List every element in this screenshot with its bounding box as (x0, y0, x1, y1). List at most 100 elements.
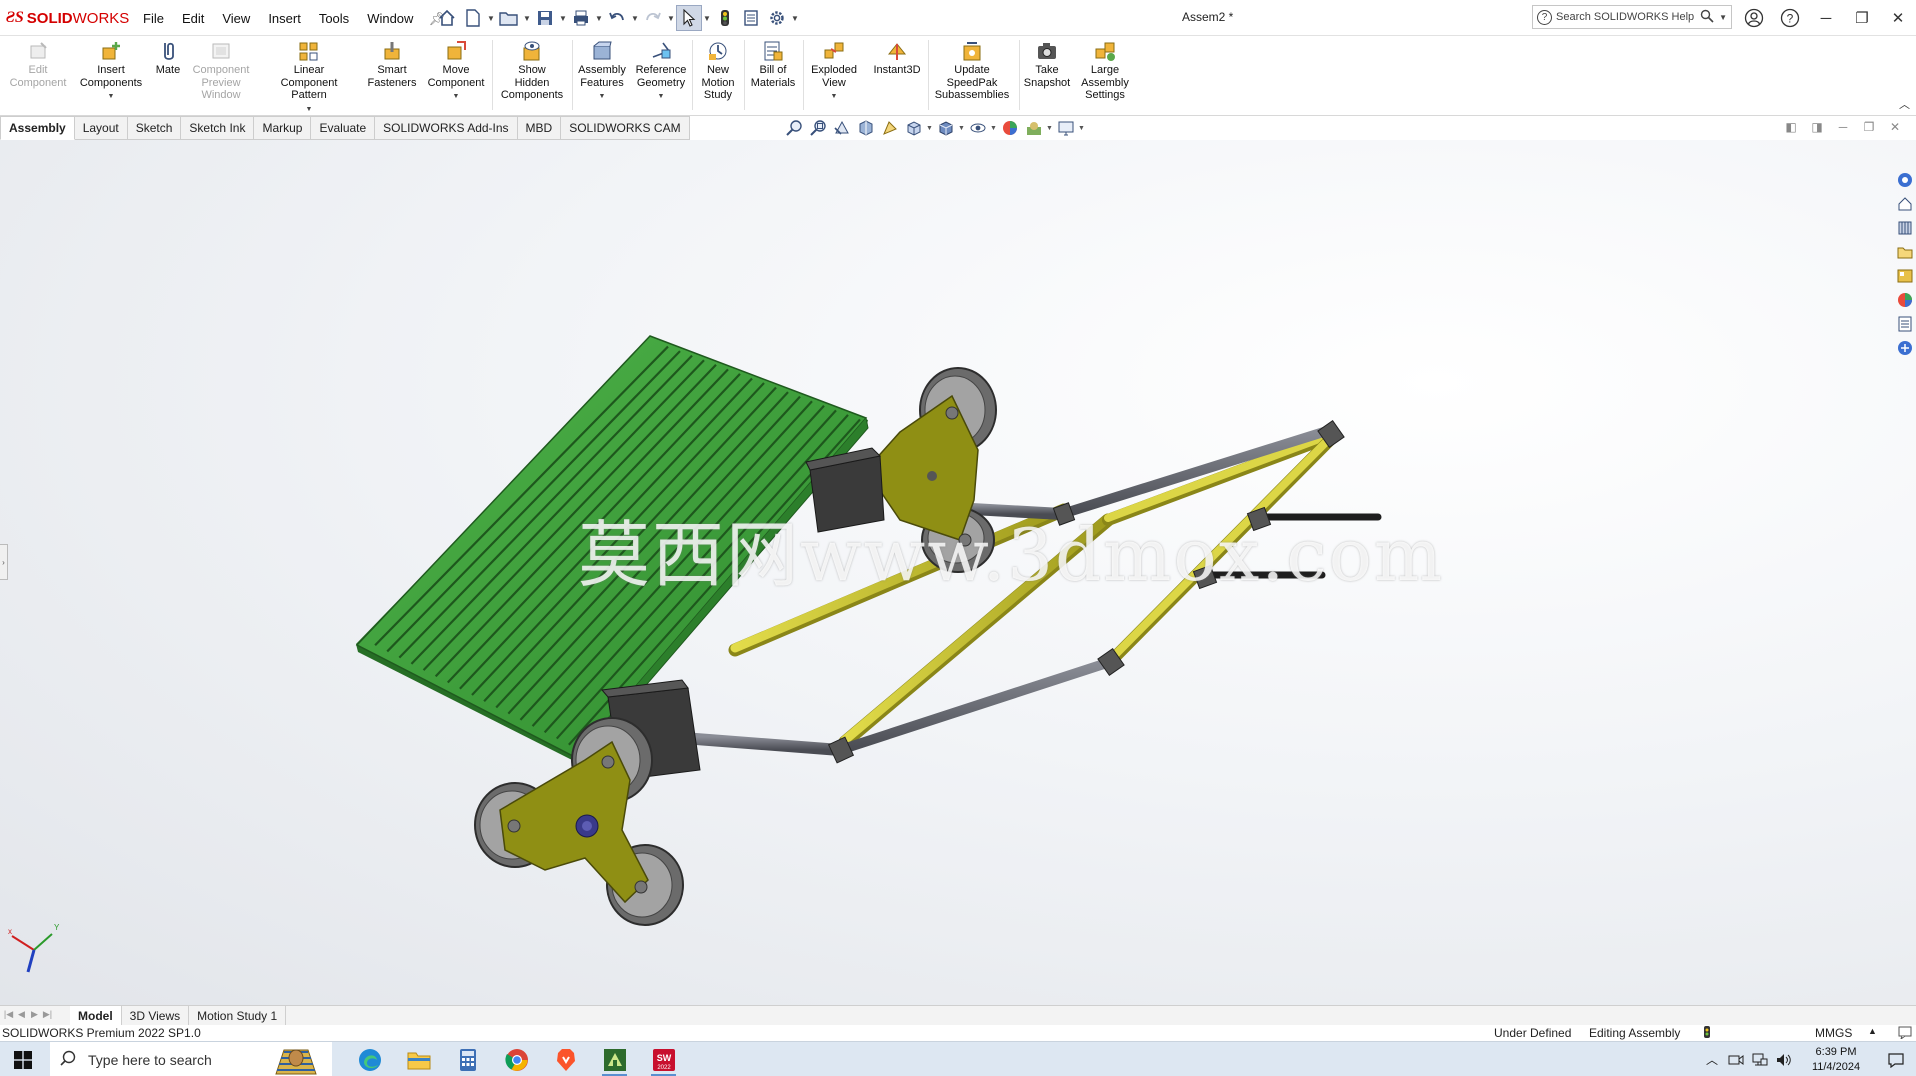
component-preview-window-button[interactable]: Component Preview Window (176, 40, 266, 102)
chrome-browser-icon[interactable] (492, 1042, 541, 1076)
last-tab-arrow-icon[interactable]: ▶| (41, 1009, 54, 1020)
design-library-icon[interactable] (1895, 218, 1915, 238)
undo-dropdown-icon[interactable]: ▼ (630, 14, 640, 23)
tab-sketch-ink[interactable]: Sketch Ink (181, 116, 255, 140)
display-style-dropdown-icon[interactable]: ▼ (958, 125, 966, 132)
document-minimize-icon[interactable]: ─ (1830, 120, 1856, 134)
tile-left-icon[interactable]: ◧ (1778, 120, 1804, 134)
restore-icon[interactable]: ❐ (1844, 0, 1880, 36)
next-tab-arrow-icon[interactable]: ▶ (28, 1009, 41, 1020)
tab-assembly[interactable]: Assembly (0, 116, 75, 140)
taskbar-search-box[interactable]: Type here to search (50, 1042, 332, 1076)
notifications-icon[interactable] (1876, 1052, 1916, 1068)
open-folder-icon[interactable] (496, 5, 522, 31)
previous-view-icon[interactable] (830, 118, 854, 138)
view-settings-dropdown-icon[interactable]: ▼ (1078, 125, 1086, 132)
tab-motion-study-1[interactable]: Motion Study 1 (189, 1006, 287, 1026)
edit-appearance-icon[interactable] (998, 118, 1022, 138)
feature-tree-expand-handle[interactable]: › (0, 544, 8, 580)
exploded-view-dropdown-icon[interactable]: ▼ (831, 91, 838, 104)
redo-dropdown-icon[interactable]: ▼ (666, 14, 676, 23)
tab-mbd[interactable]: MBD (517, 116, 562, 140)
large-assembly-settings-button[interactable]: Large Assembly Settings (1060, 40, 1150, 102)
solidworks-2022-taskbar-icon[interactable]: SW 2022 (639, 1042, 688, 1076)
options-gear-icon[interactable] (764, 5, 790, 31)
save-dropdown-icon[interactable]: ▼ (558, 14, 568, 23)
view-orientation-icon[interactable] (902, 118, 926, 138)
minimize-icon[interactable]: ─ (1808, 0, 1844, 36)
save-icon[interactable] (532, 5, 558, 31)
select-cursor-icon[interactable] (676, 5, 702, 31)
menu-view[interactable]: View (213, 9, 259, 29)
status-quick-tips-icon[interactable] (1898, 1025, 1912, 1042)
search-highlight-pharaoh-icon[interactable] (266, 1044, 326, 1076)
prev-tab-arrow-icon[interactable]: ◀ (15, 1009, 28, 1020)
solidworks-resources-icon[interactable] (1895, 170, 1915, 190)
collapse-ribbon-icon[interactable]: ︿ (1899, 96, 1910, 112)
zoom-to-fit-icon[interactable] (782, 118, 806, 138)
tab-evaluate[interactable]: Evaluate (311, 116, 376, 140)
calculator-icon[interactable] (443, 1042, 492, 1076)
new-dropdown-icon[interactable]: ▼ (486, 14, 496, 23)
first-tab-arrow-icon[interactable]: |◀ (2, 1009, 15, 1020)
unit-system[interactable]: MMGS (1815, 1026, 1852, 1040)
show-hidden-icons-chevron-icon[interactable]: ︿ (1700, 1051, 1724, 1068)
units-dropdown-icon[interactable]: ▲ (1868, 1026, 1877, 1036)
hide-show-items-icon[interactable] (966, 118, 990, 138)
rebuild-status-icon[interactable] (1703, 1026, 1711, 1041)
meet-now-icon[interactable] (1724, 1053, 1748, 1067)
search-magnifier-icon[interactable] (1700, 9, 1714, 26)
document-close-icon[interactable]: ✕ (1882, 120, 1908, 134)
new-document-icon[interactable] (460, 5, 486, 31)
solidworks-logo[interactable]: ƧS SOLID WORKS (6, 8, 129, 28)
dynamic-annotation-icon[interactable] (878, 118, 902, 138)
insert-components-dropdown-icon[interactable]: ▼ (108, 91, 115, 104)
windows-start-icon[interactable] (0, 1042, 46, 1076)
close-icon[interactable]: ✕ (1880, 0, 1916, 36)
move-component-dropdown-icon[interactable]: ▼ (453, 91, 460, 104)
help-circle-icon[interactable]: ? (1772, 0, 1808, 36)
file-explorer-icon[interactable] (1895, 242, 1915, 262)
display-style-icon[interactable] (934, 118, 958, 138)
tab-layout[interactable]: Layout (74, 116, 128, 140)
zoom-to-area-icon[interactable] (806, 118, 830, 138)
home-tab-icon[interactable] (1895, 194, 1915, 214)
redo-icon[interactable] (640, 5, 666, 31)
reference-geometry-dropdown-icon[interactable]: ▼ (658, 91, 665, 104)
open-dropdown-icon[interactable]: ▼ (522, 14, 532, 23)
linear-component-pattern-button[interactable]: Linear Component Pattern ▼ (264, 40, 354, 116)
menu-edit[interactable]: Edit (173, 9, 213, 29)
help-search-box[interactable]: ? Search SOLIDWORKS Help ▼ (1532, 5, 1732, 29)
assembly-features-dropdown-icon[interactable]: ▼ (599, 91, 606, 104)
view-palette-icon[interactable] (1895, 266, 1915, 286)
view-settings-icon[interactable] (1054, 118, 1078, 138)
network-icon[interactable] (1748, 1053, 1772, 1067)
linear-component-pattern-dropdown-icon[interactable]: ▼ (306, 104, 313, 117)
custom-properties-icon[interactable] (1895, 314, 1915, 334)
menu-tools[interactable]: Tools (310, 9, 358, 29)
tab-3d-views[interactable]: 3D Views (122, 1006, 190, 1026)
tab-model[interactable]: Model (70, 1006, 122, 1026)
menu-window[interactable]: Window (358, 9, 422, 29)
hide-show-dropdown-icon[interactable]: ▼ (990, 125, 998, 132)
undo-icon[interactable] (604, 5, 630, 31)
apply-scene-dropdown-icon[interactable]: ▼ (1046, 125, 1054, 132)
tab-markup[interactable]: Markup (254, 116, 312, 140)
appearances-icon[interactable] (1895, 290, 1915, 310)
graphics-area[interactable]: 莫西网www.3dmox.com › x Y (0, 140, 1916, 1005)
file-explorer-taskbar-icon[interactable] (394, 1042, 443, 1076)
view-orientation-dropdown-icon[interactable]: ▼ (926, 125, 934, 132)
brave-browser-icon[interactable] (541, 1042, 590, 1076)
tile-right-icon[interactable]: ◨ (1804, 120, 1830, 134)
document-restore-icon[interactable]: ❐ (1856, 120, 1882, 134)
print-icon[interactable] (568, 5, 594, 31)
options-dropdown-icon[interactable]: ▼ (790, 14, 800, 23)
solidworks-forum-icon[interactable] (1895, 338, 1915, 358)
user-account-icon[interactable] (1736, 0, 1772, 36)
taskbar-clock[interactable]: 6:39 PM 11/4/2024 (1796, 1045, 1876, 1075)
select-dropdown-icon[interactable]: ▼ (702, 14, 712, 23)
app-green-tile-icon[interactable] (590, 1042, 639, 1076)
rebuild-traffic-light-icon[interactable] (712, 5, 738, 31)
menu-insert[interactable]: Insert (259, 9, 310, 29)
section-view-icon[interactable] (854, 118, 878, 138)
